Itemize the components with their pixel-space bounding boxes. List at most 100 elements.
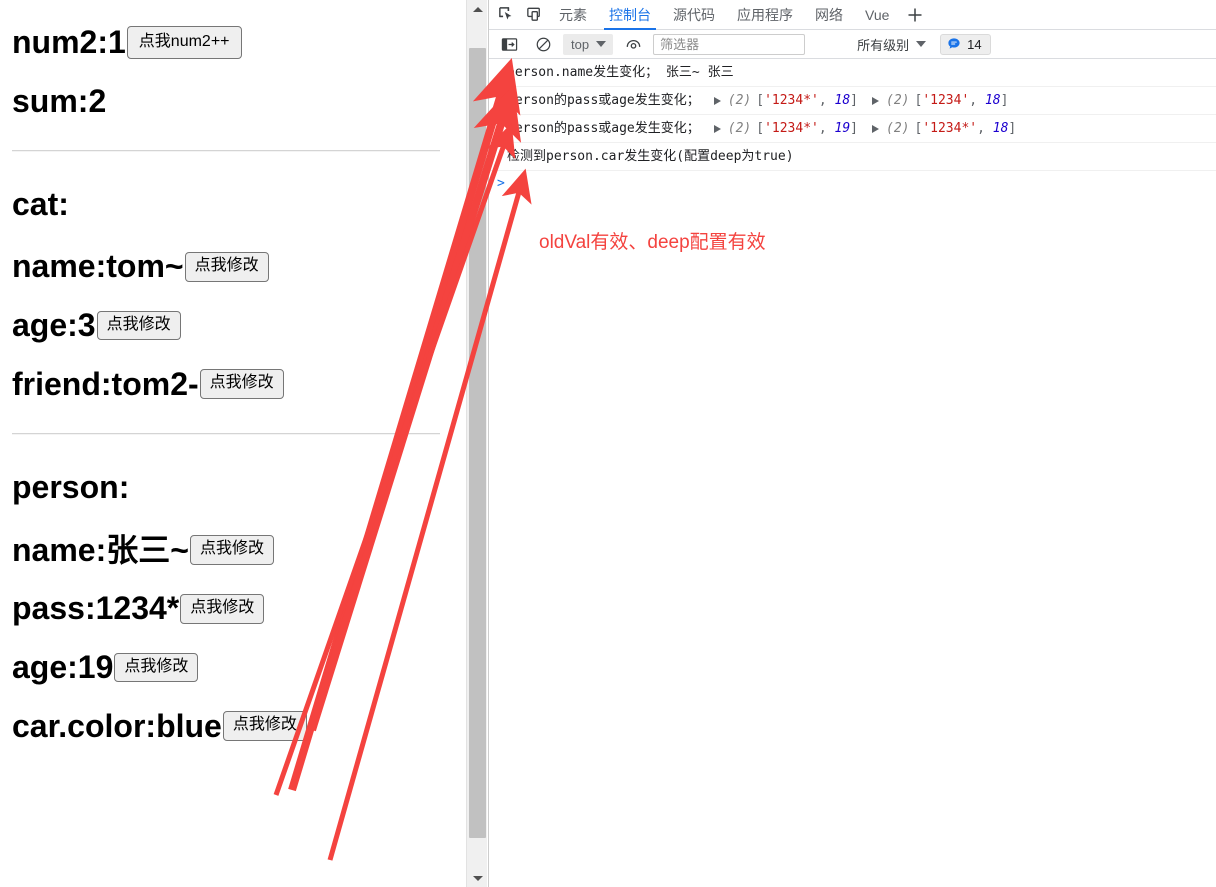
person-pass-value: 1234* xyxy=(95,590,180,627)
row-num2-value: 1 xyxy=(108,24,126,60)
console-array-preview[interactable]: (2) ['1234', 18] xyxy=(872,91,1008,110)
array-length: (2) xyxy=(727,121,752,136)
message-count-value: 14 xyxy=(967,36,982,52)
divider-1 xyxy=(12,149,440,152)
person-pass-modify-button[interactable]: 点我修改 xyxy=(180,593,265,624)
array-item-number: 18 xyxy=(984,93,1001,108)
console-array-preview[interactable]: (2) ['1234*', 18] xyxy=(872,119,1016,138)
cat-friend-label: friend: xyxy=(12,365,112,402)
person-age-value: 19 xyxy=(77,649,114,686)
screen: num2: 1 点我num2++ sum: 2 cat: name: tom~ 点我修… xyxy=(0,0,1216,887)
add-panel-icon[interactable] xyxy=(900,2,930,28)
web-page-pane: num2: 1 点我num2++ sum: 2 cat: name: tom~ 点我修… xyxy=(0,0,466,887)
cat-name-value: tom~ xyxy=(106,248,184,285)
person-age-modify-button[interactable]: 点我修改 xyxy=(114,652,199,683)
cat-row-name: name: tom~ 点我修改 xyxy=(12,248,440,285)
execution-context-select[interactable]: top xyxy=(563,33,614,55)
tab-sources[interactable]: 源代码 xyxy=(662,0,726,30)
person-name-value: 张三~ xyxy=(106,531,189,568)
cat-friend-value: tom2- xyxy=(111,365,199,402)
array-item-string: '1234*' xyxy=(764,121,819,136)
console-row-text: person的pass或age发生变化； xyxy=(507,93,700,108)
row-sum-label: sum: xyxy=(12,82,89,119)
cat-row-age: age: 3 点我修改 xyxy=(12,307,440,344)
scrollbar-up-arrow-icon[interactable] xyxy=(467,0,488,18)
cat-age-value: 3 xyxy=(77,307,96,344)
person-pass-label: pass: xyxy=(12,590,96,627)
row-sum-value: 2 xyxy=(88,82,107,119)
console-row[interactable]: person的pass或age发生变化； (2) ['1234*', 19] (… xyxy=(489,115,1216,143)
array-item-number: 18 xyxy=(834,93,851,108)
divider-2 xyxy=(12,432,440,435)
array-item-string: '1234*' xyxy=(922,121,978,136)
devtools-panel: 元素 控制台 源代码 应用程序 网络 Vue top 筛选器 所有级别 14 p… xyxy=(488,0,1216,887)
array-item-string: '1234*' xyxy=(764,93,819,108)
tab-vue[interactable]: Vue xyxy=(854,0,900,30)
person-heading: person: xyxy=(12,468,130,505)
message-count-icon xyxy=(948,38,960,49)
annotation-note: oldVal有效、deep配置有效 xyxy=(539,232,766,253)
person-name-modify-button[interactable]: 点我修改 xyxy=(189,535,274,565)
console-sidebar-icon[interactable] xyxy=(495,31,523,57)
log-level-select[interactable]: 所有级别 xyxy=(857,35,927,54)
console-array-preview[interactable]: (2) ['1234*', 18] xyxy=(713,91,858,110)
person-age-label: age: xyxy=(12,649,78,686)
clear-console-icon[interactable] xyxy=(529,31,557,57)
page-vertical-scrollbar[interactable] xyxy=(466,0,487,887)
live-expression-icon[interactable] xyxy=(619,31,647,57)
tab-elements[interactable]: 元素 xyxy=(548,0,598,30)
cat-row-friend: friend: tom2- 点我修改 xyxy=(12,366,440,403)
expand-triangle-icon[interactable] xyxy=(872,96,879,105)
page-content: num2: 1 点我num2++ sum: 2 cat: name: tom~ 点我修… xyxy=(0,0,452,767)
console-toolbar: top 所有级别 14 xyxy=(489,30,1216,59)
chevron-down-icon xyxy=(596,41,607,47)
row-num2-label: num2: xyxy=(12,24,108,60)
tab-console[interactable]: 控制台 xyxy=(598,0,662,30)
cat-name-label: name: xyxy=(12,248,107,285)
console-row[interactable]: person.name发生变化； 张三~ 张三 xyxy=(489,59,1216,87)
console-row-text: person.name发生变化； 张三~ 张三 xyxy=(507,65,734,80)
person-row-pass: pass: 1234* 点我修改 xyxy=(12,590,440,627)
message-count-badge[interactable]: 14 xyxy=(940,33,991,55)
person-row-name: name: 张三~ 点我修改 xyxy=(12,532,440,569)
devtools-tabbar: 元素 控制台 源代码 应用程序 网络 Vue xyxy=(489,0,1216,30)
scrollbar-thumb[interactable] xyxy=(469,48,486,838)
inspect-element-icon[interactable] xyxy=(492,2,520,28)
tab-network[interactable]: 网络 xyxy=(804,0,854,30)
increment-num2-button[interactable]: 点我num2++ xyxy=(126,25,242,60)
expand-triangle-icon[interactable] xyxy=(713,96,721,105)
scrollbar-down-arrow-icon[interactable] xyxy=(467,869,488,887)
array-length: (2) xyxy=(886,121,910,136)
console-array-preview[interactable]: (2) ['1234*', 19] xyxy=(713,119,858,138)
console-row-text: person的pass或age发生变化； xyxy=(507,121,700,136)
chevron-down-icon xyxy=(916,41,927,47)
row-num2: num2: 1 点我num2++ xyxy=(12,24,440,61)
person-carcolor-modify-button[interactable]: 点我修改 xyxy=(222,711,307,742)
console-filter-input[interactable] xyxy=(653,33,806,55)
array-item-number: 18 xyxy=(992,121,1009,136)
row-sum: sum: 2 xyxy=(12,83,440,120)
array-item-number: 19 xyxy=(834,121,851,136)
cat-name-modify-button[interactable]: 点我修改 xyxy=(184,251,269,282)
device-toolbar-icon[interactable] xyxy=(520,2,548,28)
array-item-string: '1234' xyxy=(922,93,970,108)
tab-application[interactable]: 应用程序 xyxy=(726,0,804,30)
cat-age-modify-button[interactable]: 点我修改 xyxy=(96,310,181,341)
person-name-label: name: xyxy=(12,531,107,568)
cat-friend-modify-button[interactable]: 点我修改 xyxy=(199,369,284,400)
console-row[interactable]: person的pass或age发生变化； (2) ['1234*', 18] (… xyxy=(489,87,1216,115)
console-prompt[interactable]: > xyxy=(489,171,1216,196)
cat-age-label: age: xyxy=(12,307,78,344)
clipped-button-row xyxy=(12,0,440,2)
person-row-carcolor: car.color: blue 点我修改 xyxy=(12,708,440,745)
person-row-age: age: 19 点我修改 xyxy=(12,649,440,686)
cat-heading: cat: xyxy=(12,185,69,222)
console-message-list[interactable]: person.name发生变化； 张三~ 张三 person的pass或age发… xyxy=(489,59,1216,887)
array-length: (2) xyxy=(886,93,910,108)
array-length: (2) xyxy=(727,93,752,108)
console-row-text: 检测到person.car发生变化(配置deep为true) xyxy=(507,149,794,164)
expand-triangle-icon[interactable] xyxy=(713,124,721,133)
person-carcolor-label: car.color: xyxy=(12,707,157,744)
expand-triangle-icon[interactable] xyxy=(872,124,879,133)
console-row[interactable]: 检测到person.car发生变化(配置deep为true) xyxy=(489,143,1216,171)
